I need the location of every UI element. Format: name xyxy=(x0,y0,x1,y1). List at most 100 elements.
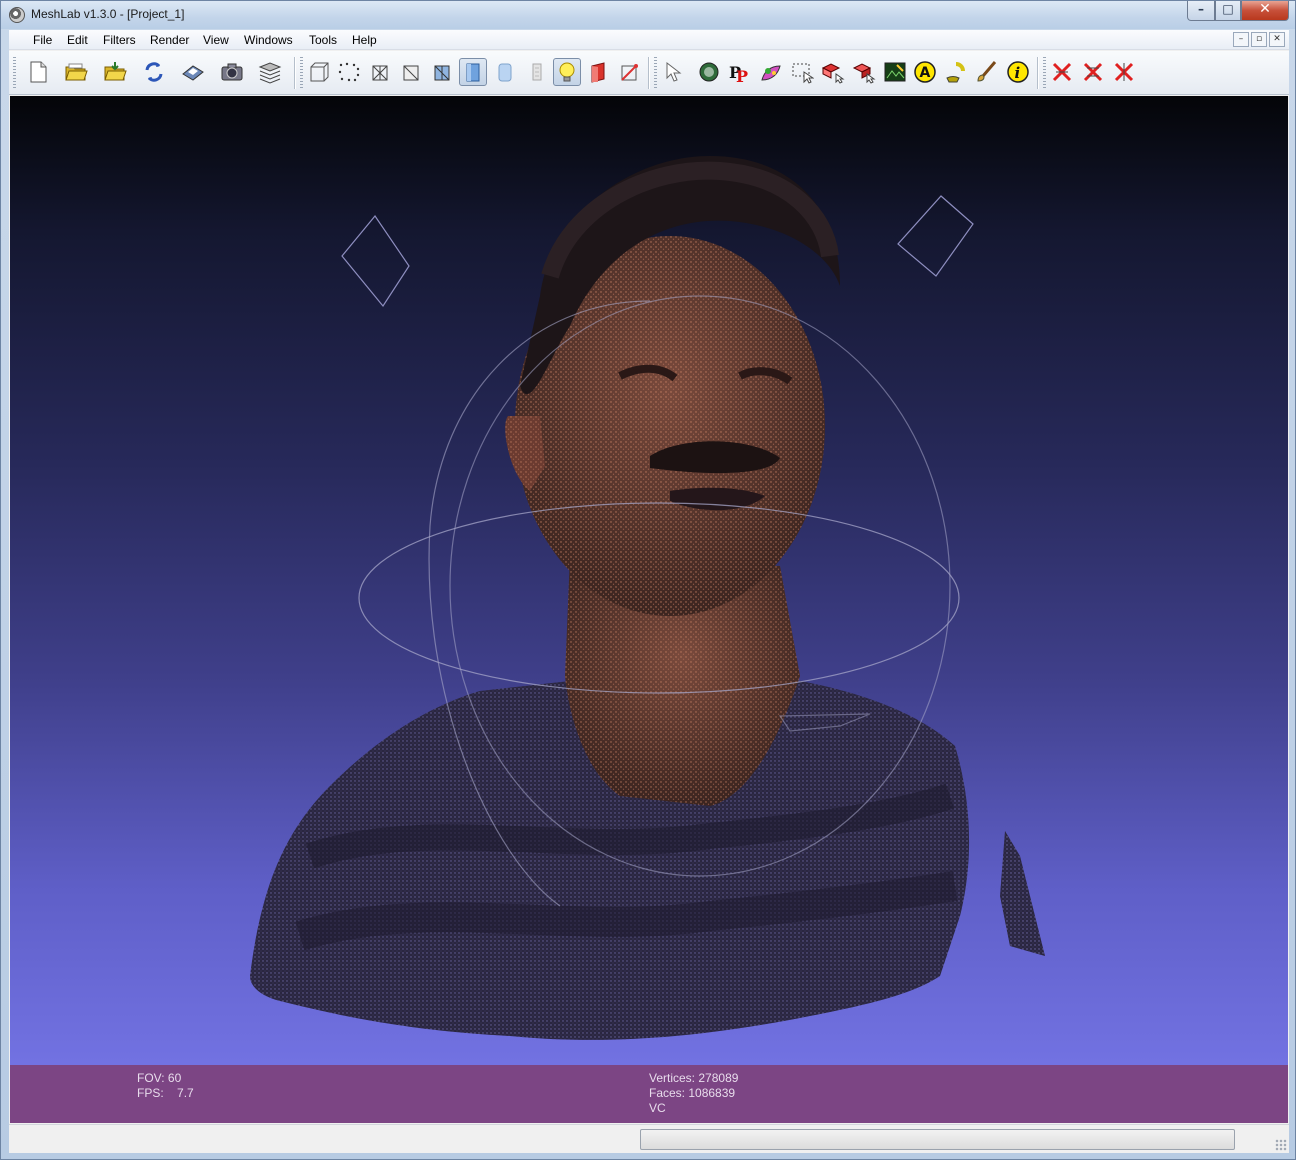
svg-text:A: A xyxy=(920,65,931,81)
paint-button[interactable] xyxy=(757,58,785,86)
pickpoints-icon: PP xyxy=(729,63,748,84)
select-region-button[interactable] xyxy=(850,58,878,86)
delete-faces-vertices-button[interactable] xyxy=(1110,58,1138,86)
reload-button[interactable] xyxy=(140,58,168,86)
window-title: MeshLab v1.3.0 - [Project_1] xyxy=(31,7,185,21)
snapshot-icon xyxy=(221,63,243,81)
light-button[interactable] xyxy=(553,58,581,86)
select-vertices-button[interactable] xyxy=(659,58,687,86)
fps-label: FPS: xyxy=(137,1086,164,1100)
fov-value: 60 xyxy=(167,1071,182,1085)
select-faces-icon xyxy=(792,63,814,84)
backface-culling-button[interactable] xyxy=(615,58,643,86)
color-mode-readout: VC xyxy=(649,1101,666,1115)
mdi-minimize-button[interactable]: – xyxy=(1233,32,1249,47)
mdi-controls: – ▫ ✕ xyxy=(1233,32,1285,47)
delete-faces-vertices-icon xyxy=(1114,62,1134,82)
toolbar-separator xyxy=(1037,57,1039,89)
bounding-box-button[interactable] xyxy=(305,58,333,86)
select-vertices-icon xyxy=(666,61,682,82)
select-faces-button[interactable] xyxy=(788,58,816,86)
main-toolbar: PP A i xyxy=(9,51,1289,95)
vertices-readout: Vertices: 278089 xyxy=(649,1071,738,1085)
minimize-button[interactable]: – xyxy=(1187,1,1215,21)
raster-align-button[interactable] xyxy=(881,58,909,86)
vertices-value: 278089 xyxy=(698,1071,739,1085)
paint-icon xyxy=(761,65,781,81)
maximize-icon: □ xyxy=(1222,2,1234,16)
new-document-button[interactable] xyxy=(24,58,52,86)
delete-vertices-button[interactable] xyxy=(1048,58,1076,86)
toolbar-separator xyxy=(648,57,650,89)
save-icon xyxy=(182,65,204,81)
layers-button[interactable] xyxy=(256,58,284,86)
point-cloud-scene[interactable] xyxy=(10,96,1288,1065)
brush-button[interactable] xyxy=(973,58,1001,86)
faces-label: Faces: xyxy=(649,1086,686,1100)
backface-culling-icon xyxy=(621,64,638,81)
import-mesh-icon xyxy=(104,62,127,81)
3d-viewport[interactable] xyxy=(10,96,1288,1065)
open-project-button[interactable] xyxy=(62,58,90,86)
measure-button[interactable]: A xyxy=(911,58,939,86)
align-icon xyxy=(946,62,965,83)
double-side-lighting-button[interactable] xyxy=(584,58,612,86)
measure-icon: A xyxy=(914,61,936,83)
save-button[interactable] xyxy=(179,58,207,86)
delete-faces-button[interactable] xyxy=(1079,58,1107,86)
menu-file[interactable]: File xyxy=(33,33,52,47)
title-bar[interactable]: MeshLab v1.3.0 - [Project_1] – □ ✕ xyxy=(1,1,1295,29)
progress-bar xyxy=(640,1129,1235,1150)
import-mesh-button[interactable] xyxy=(101,58,129,86)
close-icon: ✕ xyxy=(1259,1,1271,17)
faces-value: 1086839 xyxy=(688,1086,736,1100)
raster-align-icon xyxy=(884,62,906,82)
toolbar-grip[interactable] xyxy=(1043,57,1046,89)
menu-render[interactable]: Render xyxy=(150,33,189,47)
close-button[interactable]: ✕ xyxy=(1241,1,1289,21)
align-button[interactable] xyxy=(942,58,970,86)
meshlab-logo-icon xyxy=(9,7,25,23)
resize-grip-icon[interactable] xyxy=(1275,1139,1287,1151)
menu-help[interactable]: Help xyxy=(352,33,377,47)
wireframe-icon xyxy=(372,65,388,81)
menu-edit[interactable]: Edit xyxy=(67,33,88,47)
menu-filters[interactable]: Filters xyxy=(103,33,136,47)
open-project-icon xyxy=(65,63,88,81)
mdi-restore-button[interactable]: ▫ xyxy=(1251,32,1267,47)
menu-view[interactable]: View xyxy=(203,33,229,47)
pickpoints-button[interactable]: PP xyxy=(726,58,754,86)
light-icon xyxy=(559,62,575,82)
quality-mapper-button[interactable] xyxy=(695,58,723,86)
head-mesh xyxy=(505,156,840,616)
meshlab-window: MeshLab v1.3.0 - [Project_1] – □ ✕ File … xyxy=(0,0,1296,1160)
flat-button[interactable] xyxy=(459,58,487,86)
menu-bar: File Edit Filters Render View Windows To… xyxy=(9,30,1289,50)
toolbar-separator xyxy=(294,57,296,89)
menu-windows[interactable]: Windows xyxy=(244,33,293,47)
points-icon xyxy=(338,62,360,82)
client-area: File Edit Filters Render View Windows To… xyxy=(9,30,1289,1153)
info-button[interactable]: i xyxy=(1004,58,1032,86)
fps-readout: FPS: 7.7 xyxy=(137,1086,194,1100)
toolbar-grip[interactable] xyxy=(654,57,657,89)
maximize-button[interactable]: □ xyxy=(1215,1,1241,21)
faces-readout: Faces: 1086839 xyxy=(649,1086,735,1100)
toolbar-grip[interactable] xyxy=(13,57,16,89)
mdi-close-button[interactable]: ✕ xyxy=(1269,32,1285,47)
hidden-lines-icon xyxy=(403,65,419,81)
snapshot-button[interactable] xyxy=(218,58,246,86)
wireframe-button[interactable] xyxy=(366,58,394,86)
flat-lines-button[interactable] xyxy=(428,58,456,86)
texture-icon xyxy=(532,63,542,81)
texture-button[interactable] xyxy=(523,58,551,86)
select-connected-button[interactable] xyxy=(819,58,847,86)
hidden-lines-button[interactable] xyxy=(397,58,425,86)
smooth-button[interactable] xyxy=(491,58,519,86)
delete-faces-icon xyxy=(1083,62,1103,82)
minimize-icon: – xyxy=(1198,2,1204,16)
points-button[interactable] xyxy=(335,58,363,86)
fov-label: FOV: xyxy=(137,1071,165,1085)
menu-tools[interactable]: Tools xyxy=(309,33,337,47)
toolbar-grip[interactable] xyxy=(300,57,303,89)
